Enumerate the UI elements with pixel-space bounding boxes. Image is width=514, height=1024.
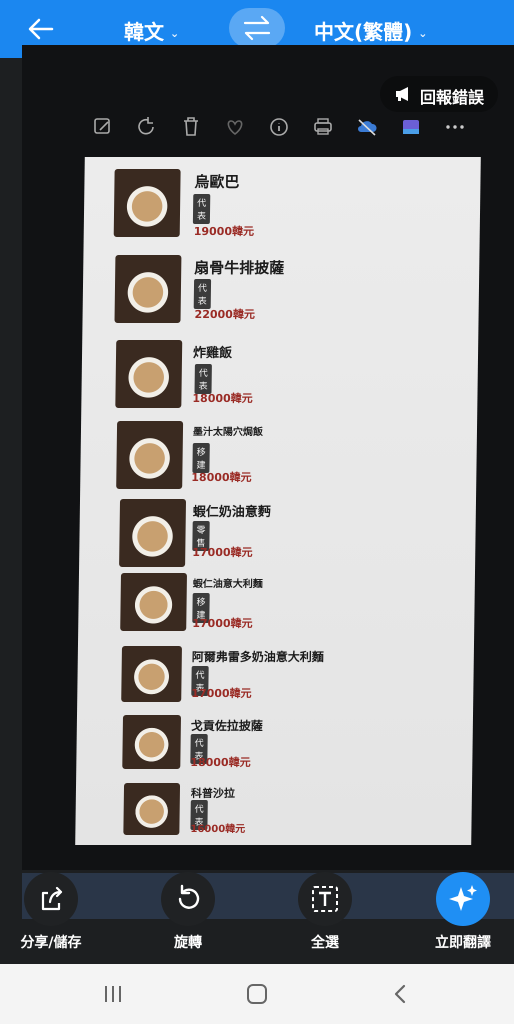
dish-photo (114, 255, 182, 323)
dish-name: 科普沙拉 (190, 787, 236, 800)
trash-icon (184, 117, 198, 136)
source-language-label: 韓文 (124, 20, 164, 44)
photo-viewer-toolbar (92, 115, 472, 143)
select-all-circle (298, 872, 352, 926)
chevron-down-icon: ⌄ (170, 27, 180, 40)
action-bar: 分享/儲存 旋轉 全選 立即翻譯 (0, 870, 514, 964)
target-language-label: 中文(繁體) (314, 20, 413, 44)
dish-photo (122, 715, 182, 769)
translate-button-circle (436, 872, 490, 926)
translate-now-label: 立即翻譯 (435, 935, 491, 951)
target-language-selector[interactable]: 中文(繁體) ⌄ (314, 16, 428, 45)
dish-price: 18000韓元 (192, 392, 253, 405)
menu-item[interactable]: 墨汁太陽穴焗飯 移建 18000韓元 (116, 421, 263, 491)
menu-item[interactable]: 炸雞飯 代表 18000韓元 (115, 340, 253, 410)
arrow-left-icon[interactable] (26, 14, 56, 44)
dish-name: 阿爾弗雷多奶油意大利麵 (191, 650, 324, 664)
cloud-off-icon (358, 119, 377, 136)
dish-name: 蝦仁油意大利麵 (192, 579, 263, 590)
menu-item[interactable]: 蝦仁奶油意麪 零售 17000韓元 (119, 499, 271, 569)
back-nav-icon[interactable] (388, 981, 414, 1007)
rotate-button[interactable]: 旋轉 (148, 870, 228, 964)
dish-price: 17000韓元 (191, 687, 252, 700)
dish-name: 扇骨牛排披薩 (194, 259, 285, 277)
print-icon (314, 118, 332, 135)
share-button-circle (24, 872, 78, 926)
swap-arrows-icon (243, 15, 271, 41)
dish-price: 17000韓元 (192, 546, 253, 559)
recent-apps-icon[interactable] (100, 981, 126, 1007)
dish-photo (120, 573, 187, 631)
menu-item[interactable]: 蝦仁油意大利麵 移建 17000韓元 (120, 573, 263, 643)
home-icon[interactable] (244, 981, 270, 1007)
megaphone-icon (396, 87, 408, 101)
select-text-icon (312, 886, 338, 912)
dish-name: 戈貢佐拉披薩 (190, 719, 263, 733)
dish-name: 蝦仁奶油意麪 (192, 505, 271, 520)
translate-now-button[interactable]: 立即翻譯 (423, 870, 503, 964)
dish-price: 16000韓元 (190, 824, 246, 835)
menu-item[interactable]: 科普沙拉 代表 16000韓元 (123, 783, 245, 853)
select-all-label: 全選 (311, 935, 339, 951)
dish-tag: 代表 (192, 194, 211, 224)
dish-photo (113, 169, 181, 237)
translated-menu: 烏歐巴 代表 19000韓元 扇骨牛排披薩 代表 22000韓元 炸雞飯 代表 … (75, 157, 481, 845)
rotate-label: 旋轉 (174, 935, 202, 951)
swap-languages-button[interactable] (229, 8, 285, 48)
dish-name: 墨汁太陽穴焗飯 (192, 427, 264, 438)
share-icon (41, 886, 63, 911)
dish-photo (115, 340, 183, 408)
rotate-icon (138, 117, 154, 135)
sparkle-icon (449, 885, 477, 911)
menu-item[interactable]: 扇骨牛排披薩 代表 22000韓元 (114, 255, 284, 325)
report-error-label: 回報錯誤 (420, 88, 485, 107)
dish-tag: 代表 (193, 279, 212, 309)
dish-price: 18000韓元 (190, 756, 251, 769)
dish-photo (123, 783, 181, 835)
source-language-selector[interactable]: 韓文 ⌄ (124, 16, 179, 45)
report-error-button[interactable]: 回報錯誤 (380, 76, 498, 112)
info-icon (270, 118, 288, 136)
more-icon (446, 125, 464, 129)
share-save-label: 分享/儲存 (20, 935, 82, 951)
dish-name: 炸雞飯 (192, 346, 233, 361)
dish-price: 19000韓元 (193, 225, 255, 238)
dish-photo (121, 646, 182, 702)
edit-image-icon (94, 118, 110, 134)
rotate-button-circle (161, 872, 215, 926)
chevron-down-icon: ⌄ (418, 27, 428, 40)
dish-price: 22000韓元 (194, 308, 255, 321)
dish-price: 17000韓元 (192, 617, 253, 630)
dish-price: 18000韓元 (191, 471, 252, 484)
select-all-button[interactable]: 全選 (285, 870, 365, 964)
rotate-icon (178, 884, 200, 909)
system-navigation-bar (0, 964, 514, 1024)
menu-item[interactable]: 戈貢佐拉披薩 代表 18000韓元 (122, 715, 263, 785)
dish-photo (119, 499, 187, 567)
menu-item[interactable]: 阿爾弗雷多奶油意大利麵 代表 17000韓元 (121, 646, 324, 716)
dish-name: 烏歐巴 (194, 173, 240, 191)
dish-photo (116, 421, 184, 489)
share-save-button[interactable]: 分享/儲存 (11, 870, 91, 964)
heart-icon (227, 120, 243, 136)
gallery-icon (403, 120, 419, 134)
menu-item[interactable]: 烏歐巴 代表 19000韓元 (113, 169, 254, 239)
